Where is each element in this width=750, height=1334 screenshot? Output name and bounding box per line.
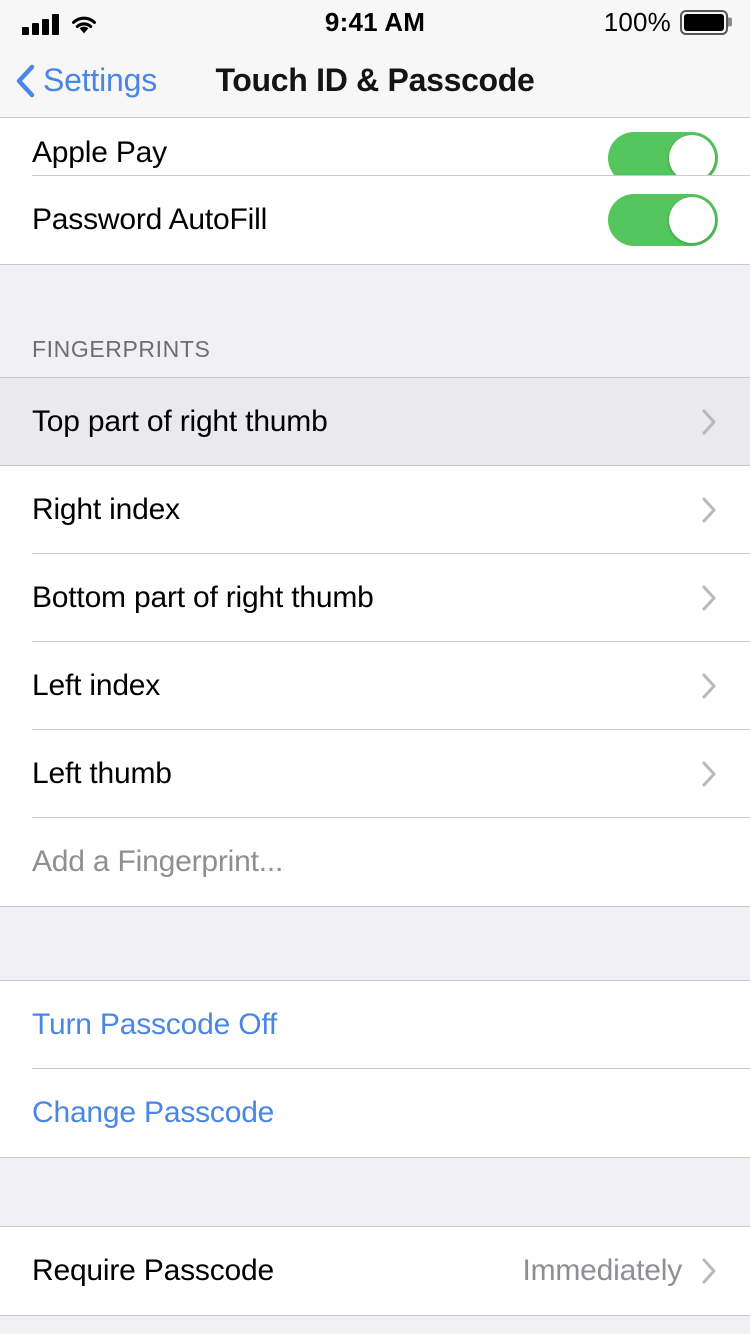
- battery-full-icon: [680, 9, 728, 35]
- fingerprints-header-label: FINGERPRINTS: [32, 336, 211, 362]
- row-apple-pay[interactable]: Apple Pay: [0, 118, 750, 184]
- row-password-autofill[interactable]: Password AutoFill: [0, 176, 750, 264]
- row-fingerprint-bottom-right-thumb-label: Bottom part of right thumb: [32, 581, 374, 614]
- row-apple-pay-label: Apple Pay: [32, 136, 167, 169]
- settings-list: Apple Pay Password AutoFill FINGERPRINTS…: [0, 118, 750, 1334]
- row-fingerprint-left-thumb[interactable]: Left thumb: [0, 730, 750, 818]
- row-add-fingerprint[interactable]: Add a Fingerprint...: [0, 818, 750, 906]
- fingerprints-section-header: FINGERPRINTS: [0, 264, 750, 378]
- status-bar-time: 9:41 AM: [324, 6, 426, 37]
- row-turn-passcode-off-label: Turn Passcode Off: [32, 1008, 278, 1041]
- row-require-passcode-value: Immediately: [522, 1254, 682, 1287]
- row-add-fingerprint-label: Add a Fingerprint...: [32, 845, 284, 878]
- navigation-bar: Settings Touch ID & Passcode: [0, 44, 750, 118]
- password-autofill-toggle[interactable]: [608, 194, 718, 246]
- chevron-right-icon: [700, 1256, 718, 1286]
- passcode-actions-group: Turn Passcode Off Change Passcode: [0, 981, 750, 1157]
- chevron-left-icon: [14, 64, 36, 98]
- row-change-passcode[interactable]: Change Passcode: [0, 1069, 750, 1157]
- chevron-right-icon: [700, 495, 718, 525]
- section-gap-3: [0, 1315, 750, 1334]
- row-fingerprint-left-index[interactable]: Left index: [0, 642, 750, 730]
- row-turn-passcode-off[interactable]: Turn Passcode Off: [0, 981, 750, 1069]
- status-bar: 9:41 AM 100%: [0, 0, 750, 44]
- back-button-label: Settings: [43, 62, 158, 98]
- fingerprints-group: Top part of right thumb Right index Bott…: [0, 378, 750, 906]
- section-gap-1: [0, 906, 750, 981]
- chevron-right-icon: [700, 671, 718, 701]
- chevron-right-icon: [700, 407, 718, 437]
- row-fingerprint-right-index-label: Right index: [32, 493, 180, 526]
- chevron-right-icon: [700, 759, 718, 789]
- section-gap-2: [0, 1157, 750, 1227]
- row-password-autofill-label: Password AutoFill: [32, 203, 268, 236]
- require-passcode-group: Require Passcode Immediately: [0, 1227, 750, 1315]
- chevron-right-icon: [700, 583, 718, 613]
- back-button[interactable]: Settings: [14, 62, 157, 99]
- row-fingerprint-left-thumb-label: Left thumb: [32, 757, 172, 790]
- row-require-passcode-label: Require Passcode: [32, 1254, 274, 1287]
- row-fingerprint-top-right-thumb[interactable]: Top part of right thumb: [0, 378, 750, 466]
- row-fingerprint-right-index[interactable]: Right index: [0, 466, 750, 554]
- row-change-passcode-label: Change Passcode: [32, 1096, 275, 1129]
- row-fingerprint-bottom-right-thumb[interactable]: Bottom part of right thumb: [0, 554, 750, 642]
- iphone-screen: 9:41 AM 100% Settings Touch ID & Passcod…: [0, 0, 750, 1334]
- toggles-group: Apple Pay Password AutoFill: [0, 118, 750, 264]
- row-fingerprint-top-right-thumb-label: Top part of right thumb: [32, 405, 328, 438]
- row-fingerprint-left-index-label: Left index: [32, 669, 161, 702]
- row-require-passcode[interactable]: Require Passcode Immediately: [0, 1227, 750, 1315]
